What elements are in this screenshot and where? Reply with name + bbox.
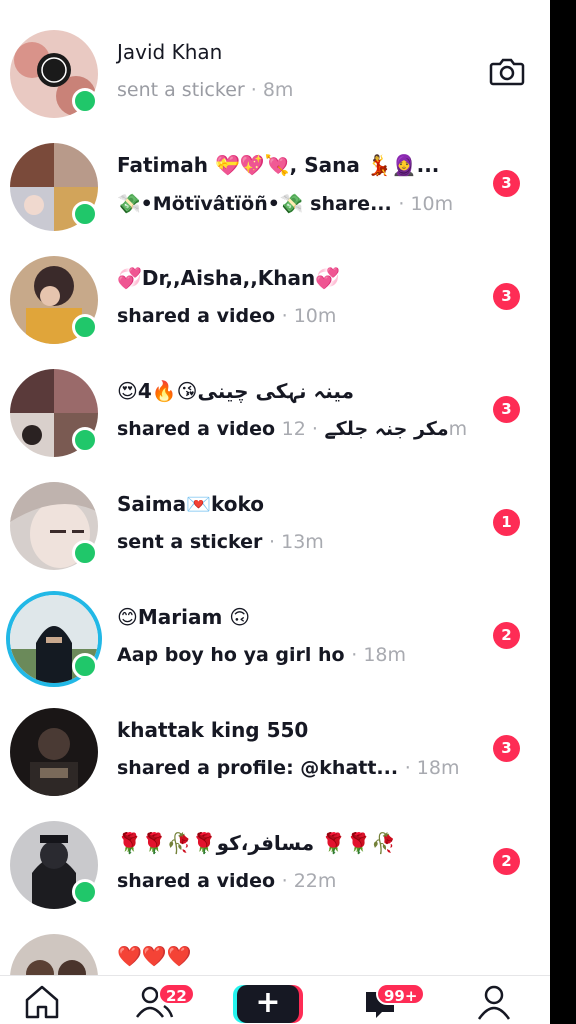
online-indicator [72, 201, 98, 227]
conversation-row[interactable]: Fatimah 💝💖💘, Sana 💃🧕... 💸•Mötïvâtïöñ•💸 s… [0, 113, 550, 231]
conversation-name: ❤️❤️❤️ [117, 944, 192, 968]
conversation-name: Fatimah 💝💖💘, Sana 💃🧕... [117, 153, 440, 177]
online-indicator [72, 88, 98, 114]
conversation-preview: shared a video مکر جنہ جلکے · 12m [117, 418, 468, 440]
bottom-tab-bar: 22 + 99+ [0, 975, 550, 1024]
online-indicator [72, 427, 98, 453]
conversation-row[interactable]: Javid Khan sent a sticker · 8m [0, 0, 550, 118]
conversation-row[interactable]: 💞Dr,,Aisha,,Khan💞 shared a video · 10m 3 [0, 226, 550, 344]
unread-badge: 1 [493, 509, 520, 536]
conversation-name: 😍مینہ نہکی چینی😘🔥4 [117, 379, 354, 403]
conversation-name: Javid Khan [117, 40, 223, 64]
conversation-preview: shared a profile: @khatt... · 18m [117, 757, 460, 779]
conversation-name: 🌹🌹🥀🌹مسافر،کو 🌹🌹🥀 [117, 831, 396, 855]
unread-badge: 3 [493, 170, 520, 197]
online-indicator [72, 879, 98, 905]
conversation-row[interactable]: 🌹🌹🥀🌹مسافر،کو 🌹🌹🥀 shared a video · 22m 2 [0, 791, 550, 909]
online-indicator [72, 314, 98, 340]
home-icon[interactable] [22, 982, 62, 1022]
conversation-preview: Aap boy ho ya girl ho · 18m [117, 644, 406, 666]
conversation-name: 😊Mariam 🙃 [117, 605, 251, 629]
unread-badge: 2 [493, 622, 520, 649]
online-indicator [72, 540, 98, 566]
side-bar-edge [550, 0, 576, 1024]
unread-badge: 3 [493, 396, 520, 423]
camera-icon[interactable] [489, 55, 525, 87]
friends-badge: 22 [158, 983, 195, 1005]
conversation-preview: shared a video · 10m [117, 305, 337, 327]
unread-badge: 3 [493, 283, 520, 310]
unread-badge: 2 [493, 848, 520, 875]
conversation-preview: sent a sticker · 8m [117, 79, 294, 101]
conversation-preview: sent a sticker · 13m [117, 531, 324, 553]
online-indicator [72, 653, 98, 679]
profile-icon[interactable] [474, 982, 514, 1022]
conversation-row[interactable]: khattak king 550 shared a profile: @khat… [0, 678, 550, 796]
avatar[interactable] [10, 708, 98, 796]
create-button[interactable]: + [237, 985, 299, 1023]
conversation-name: 💞Dr,,Aisha,,Khan💞 [117, 266, 341, 290]
conversation-preview: 💸•Mötïvâtïöñ•💸 share... · 10m [117, 193, 454, 215]
conversation-row[interactable]: Saima💌koko sent a sticker · 13m 1 [0, 452, 550, 570]
conversation-row[interactable]: 😊Mariam 🙃 Aap boy ho ya girl ho · 18m 2 [0, 565, 550, 683]
inbox-screen: Javid Khan sent a sticker · 8m Fatimah 💝… [0, 0, 550, 1024]
conversation-preview: shared a video · 22m [117, 870, 337, 892]
conversation-name: Saima💌koko [117, 492, 265, 516]
inbox-badge: 99+ [376, 983, 426, 1005]
conversation-row[interactable]: 😍مینہ نہکی چینی😘🔥4 shared a video مکر جن… [0, 339, 550, 457]
unread-badge: 3 [493, 735, 520, 762]
conversation-name: khattak king 550 [117, 718, 309, 742]
